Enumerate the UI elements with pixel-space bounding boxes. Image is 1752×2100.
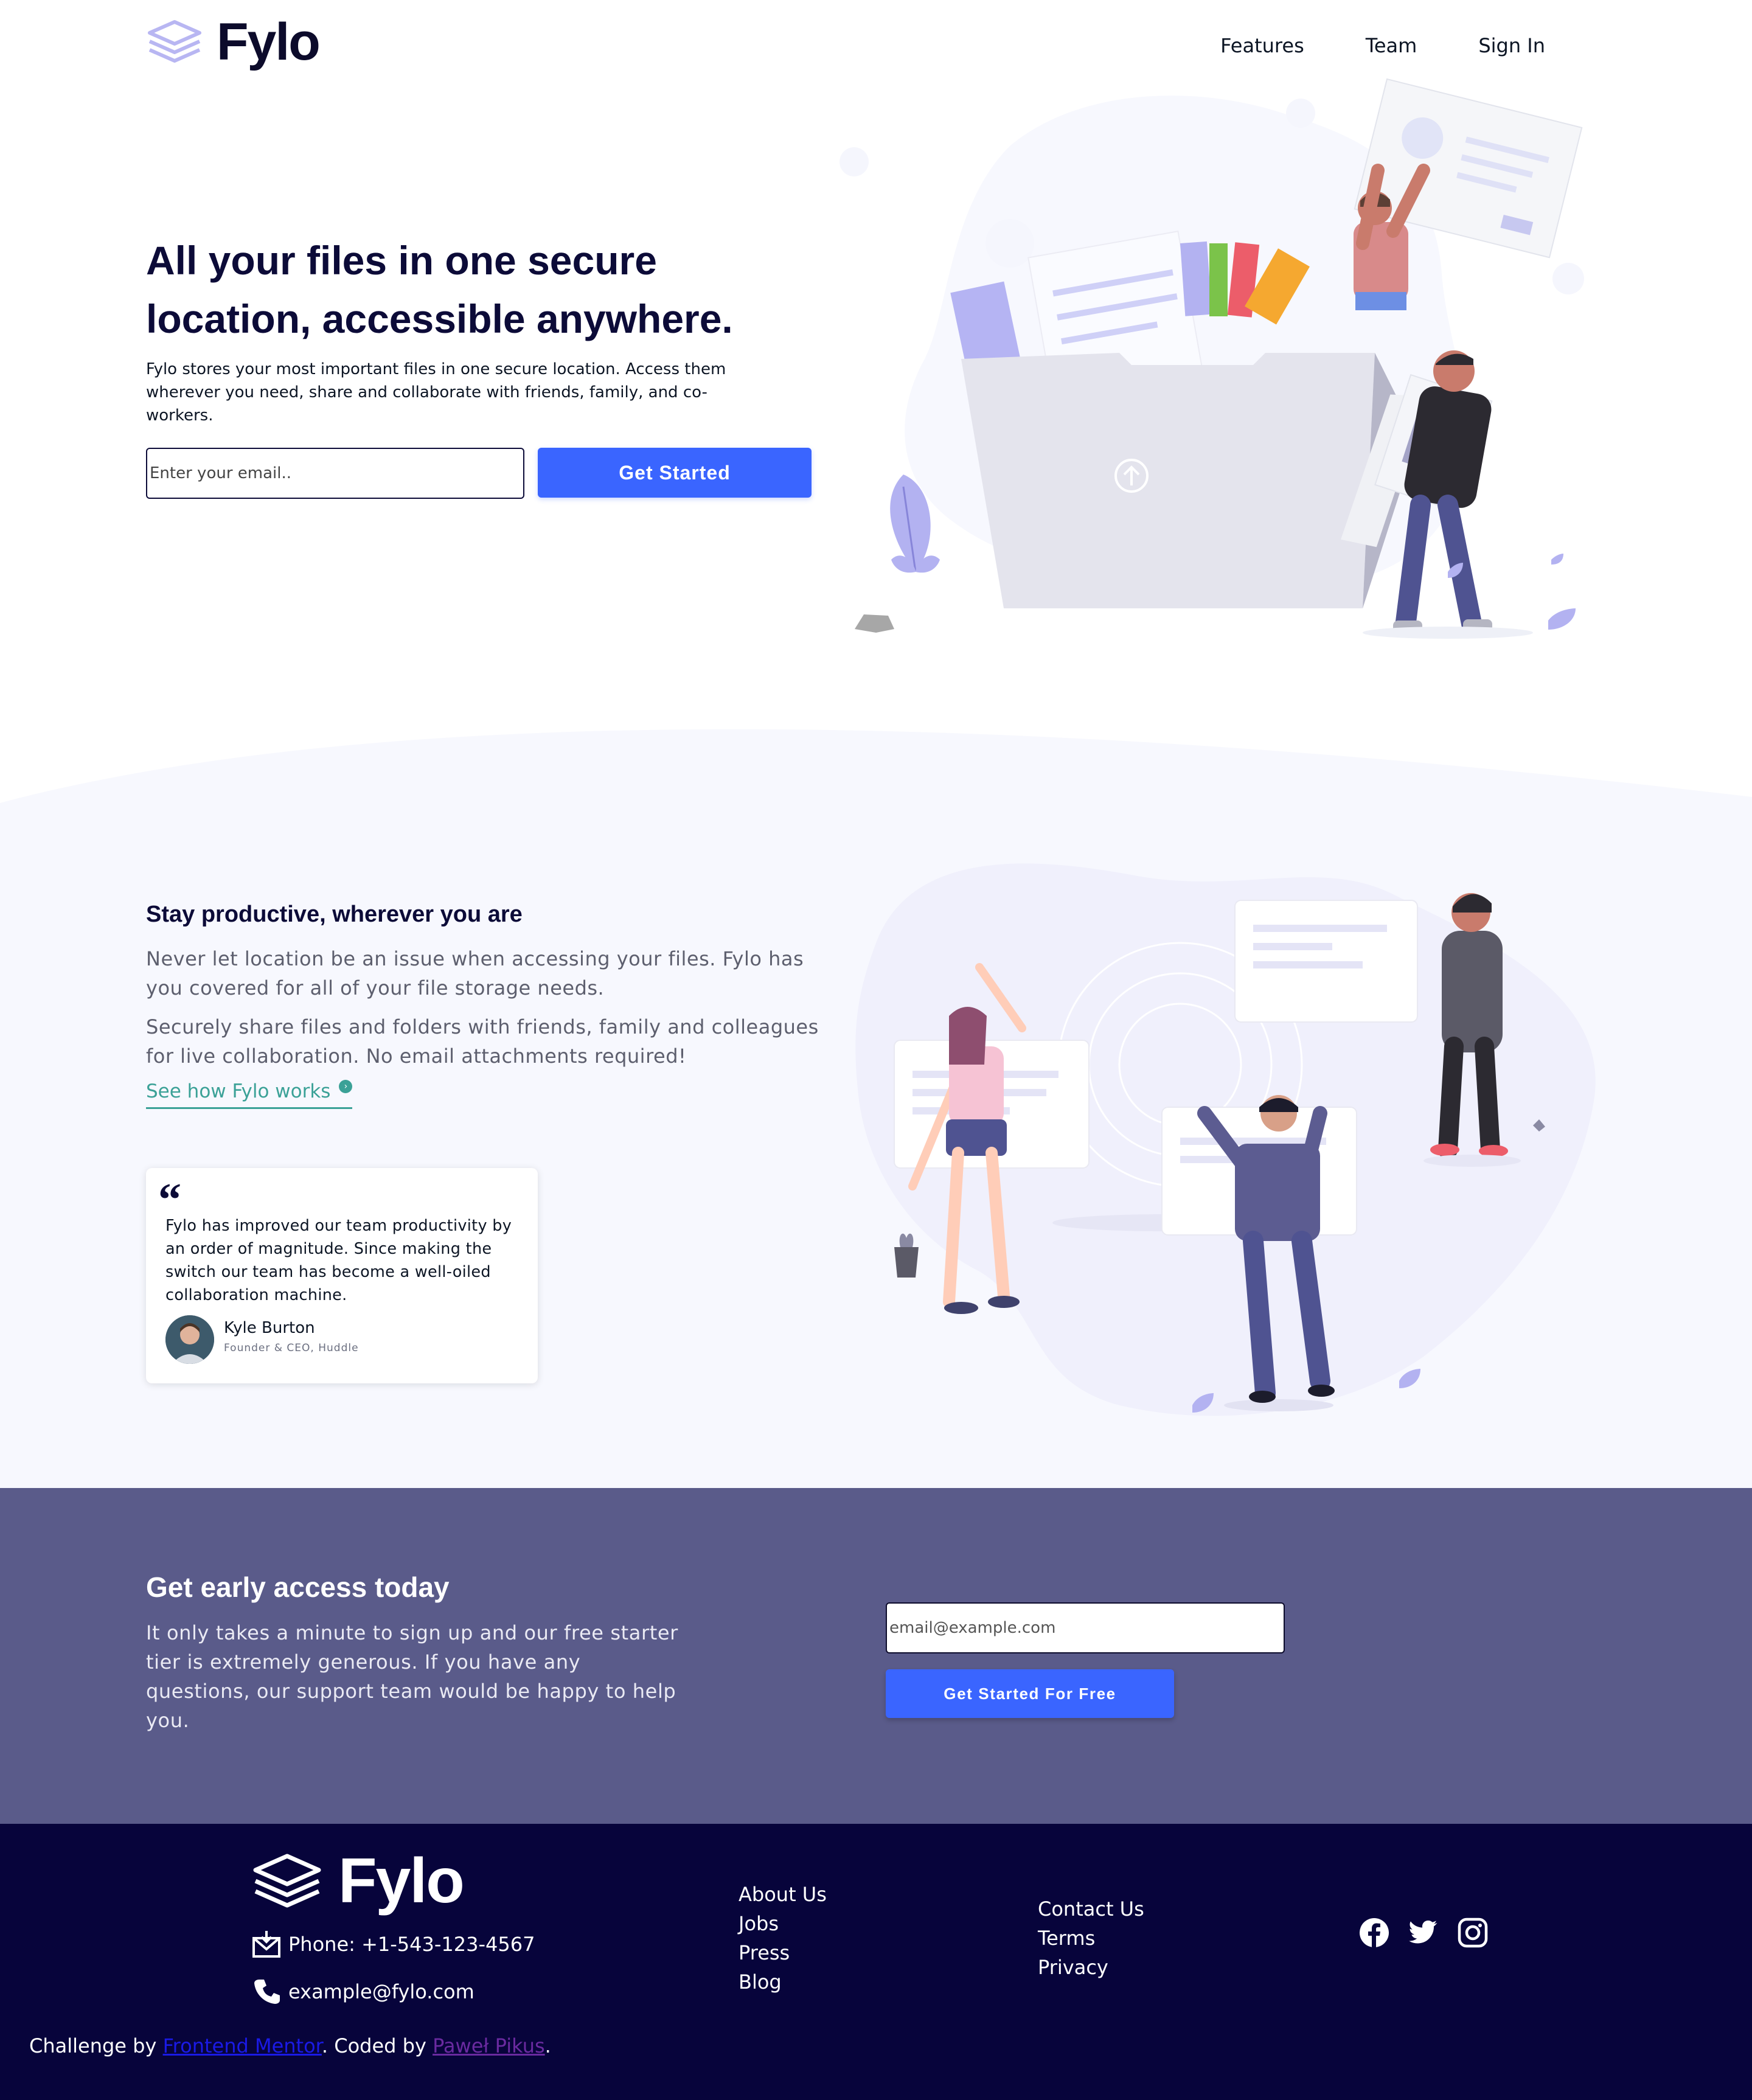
footer-link-about-us[interactable]: About Us xyxy=(739,1882,827,1907)
testimonial-name: Kyle Burton xyxy=(224,1319,315,1337)
hero-email-input[interactable]: Enter your email.. xyxy=(146,448,524,499)
nav-features[interactable]: Features xyxy=(1220,34,1304,57)
hero-description: Fylo stores your most important files in… xyxy=(146,360,726,425)
inbox-download-icon xyxy=(252,1931,280,1958)
nav-sign-in[interactable]: Sign In xyxy=(1478,34,1545,57)
nav-team[interactable]: Team xyxy=(1366,34,1417,57)
author-link[interactable]: Paweł Pikus xyxy=(433,2034,545,2057)
testimonial-text: Fylo has improved our team productivity … xyxy=(165,1217,512,1304)
get-started-free-button[interactable]: Get Started For Free xyxy=(886,1669,1174,1718)
credit-prefix: Challenge by xyxy=(29,2034,163,2057)
hero-title-line2: location, accessible anywhere. xyxy=(146,296,733,341)
phone-icon xyxy=(254,1980,280,2004)
footer-brand-name: Fylo xyxy=(338,1846,465,1916)
footer-link-press[interactable]: Press xyxy=(739,1941,827,1965)
social-links xyxy=(1359,1917,1488,1948)
stack-icon xyxy=(148,20,201,63)
credit-suffix: . xyxy=(544,2034,551,2057)
productive-paragraph-2: Securely share files and folders with fr… xyxy=(146,1015,819,1068)
footer-email[interactable]: example@fylo.com xyxy=(252,1977,474,2006)
brand-name: Fylo xyxy=(217,13,321,71)
footer-phone: Phone: +1-543-123-4567 xyxy=(252,1930,535,1959)
footer-phone-text: Phone: +1-543-123-4567 xyxy=(288,1933,535,1956)
attribution: Challenge by Frontend Mentor. Coded by P… xyxy=(29,2034,551,2057)
early-access-text: It only takes a minute to sign up and ou… xyxy=(146,1621,678,1732)
see-how-fylo-works-link[interactable]: See how Fylo works › xyxy=(146,1080,353,1109)
arrow-circle-icon: › xyxy=(339,1080,353,1093)
brand-logo[interactable]: Fylo xyxy=(146,13,321,71)
footer-email-text: example@fylo.com xyxy=(288,1980,474,2003)
get-started-button[interactable]: Get Started xyxy=(538,448,812,498)
early-access-title: Get early access today xyxy=(146,1571,450,1603)
footer-link-contact-us[interactable]: Contact Us xyxy=(1038,1897,1144,1921)
footer-link-privacy[interactable]: Privacy xyxy=(1038,1955,1144,1980)
avatar xyxy=(165,1315,214,1364)
productive-title: Stay productive, wherever you are xyxy=(146,902,523,927)
instagram-icon[interactable] xyxy=(1458,1917,1488,1948)
footer-link-blog[interactable]: Blog xyxy=(739,1970,827,1994)
facebook-icon[interactable] xyxy=(1359,1917,1389,1948)
footer-link-jobs[interactable]: Jobs xyxy=(739,1911,827,1936)
section-wave xyxy=(0,729,1752,815)
see-how-link-label: See how Fylo works xyxy=(146,1080,331,1102)
twitter-icon[interactable] xyxy=(1409,1921,1438,1945)
main-nav: Features Team Sign In xyxy=(1220,34,1545,57)
hero-title: All your files in one secure location, a… xyxy=(146,231,785,348)
footer-link-terms[interactable]: Terms xyxy=(1038,1926,1144,1950)
stack-icon xyxy=(253,1854,321,1908)
testimonial-role: Founder & CEO, Huddle xyxy=(224,1342,359,1354)
productive-paragraph-1: Never let location be an issue when acce… xyxy=(146,947,804,1000)
productive-illustration xyxy=(855,863,1596,1416)
early-access-email-input[interactable]: email@example.com xyxy=(886,1602,1285,1653)
footer-links-col-1: About Us Jobs Press Blog xyxy=(739,1882,827,1994)
footer-logo[interactable]: Fylo xyxy=(252,1846,465,1916)
credit-mid: . Coded by xyxy=(321,2034,433,2057)
hero-title-line1: All your files in one secure xyxy=(146,238,657,283)
frontend-mentor-link[interactable]: Frontend Mentor xyxy=(163,2034,322,2057)
hero-illustration xyxy=(839,78,1584,639)
testimonial-card: “ Fylo has improved our team productivit… xyxy=(146,1168,538,1383)
footer-links-col-2: Contact Us Terms Privacy xyxy=(1038,1897,1144,1980)
